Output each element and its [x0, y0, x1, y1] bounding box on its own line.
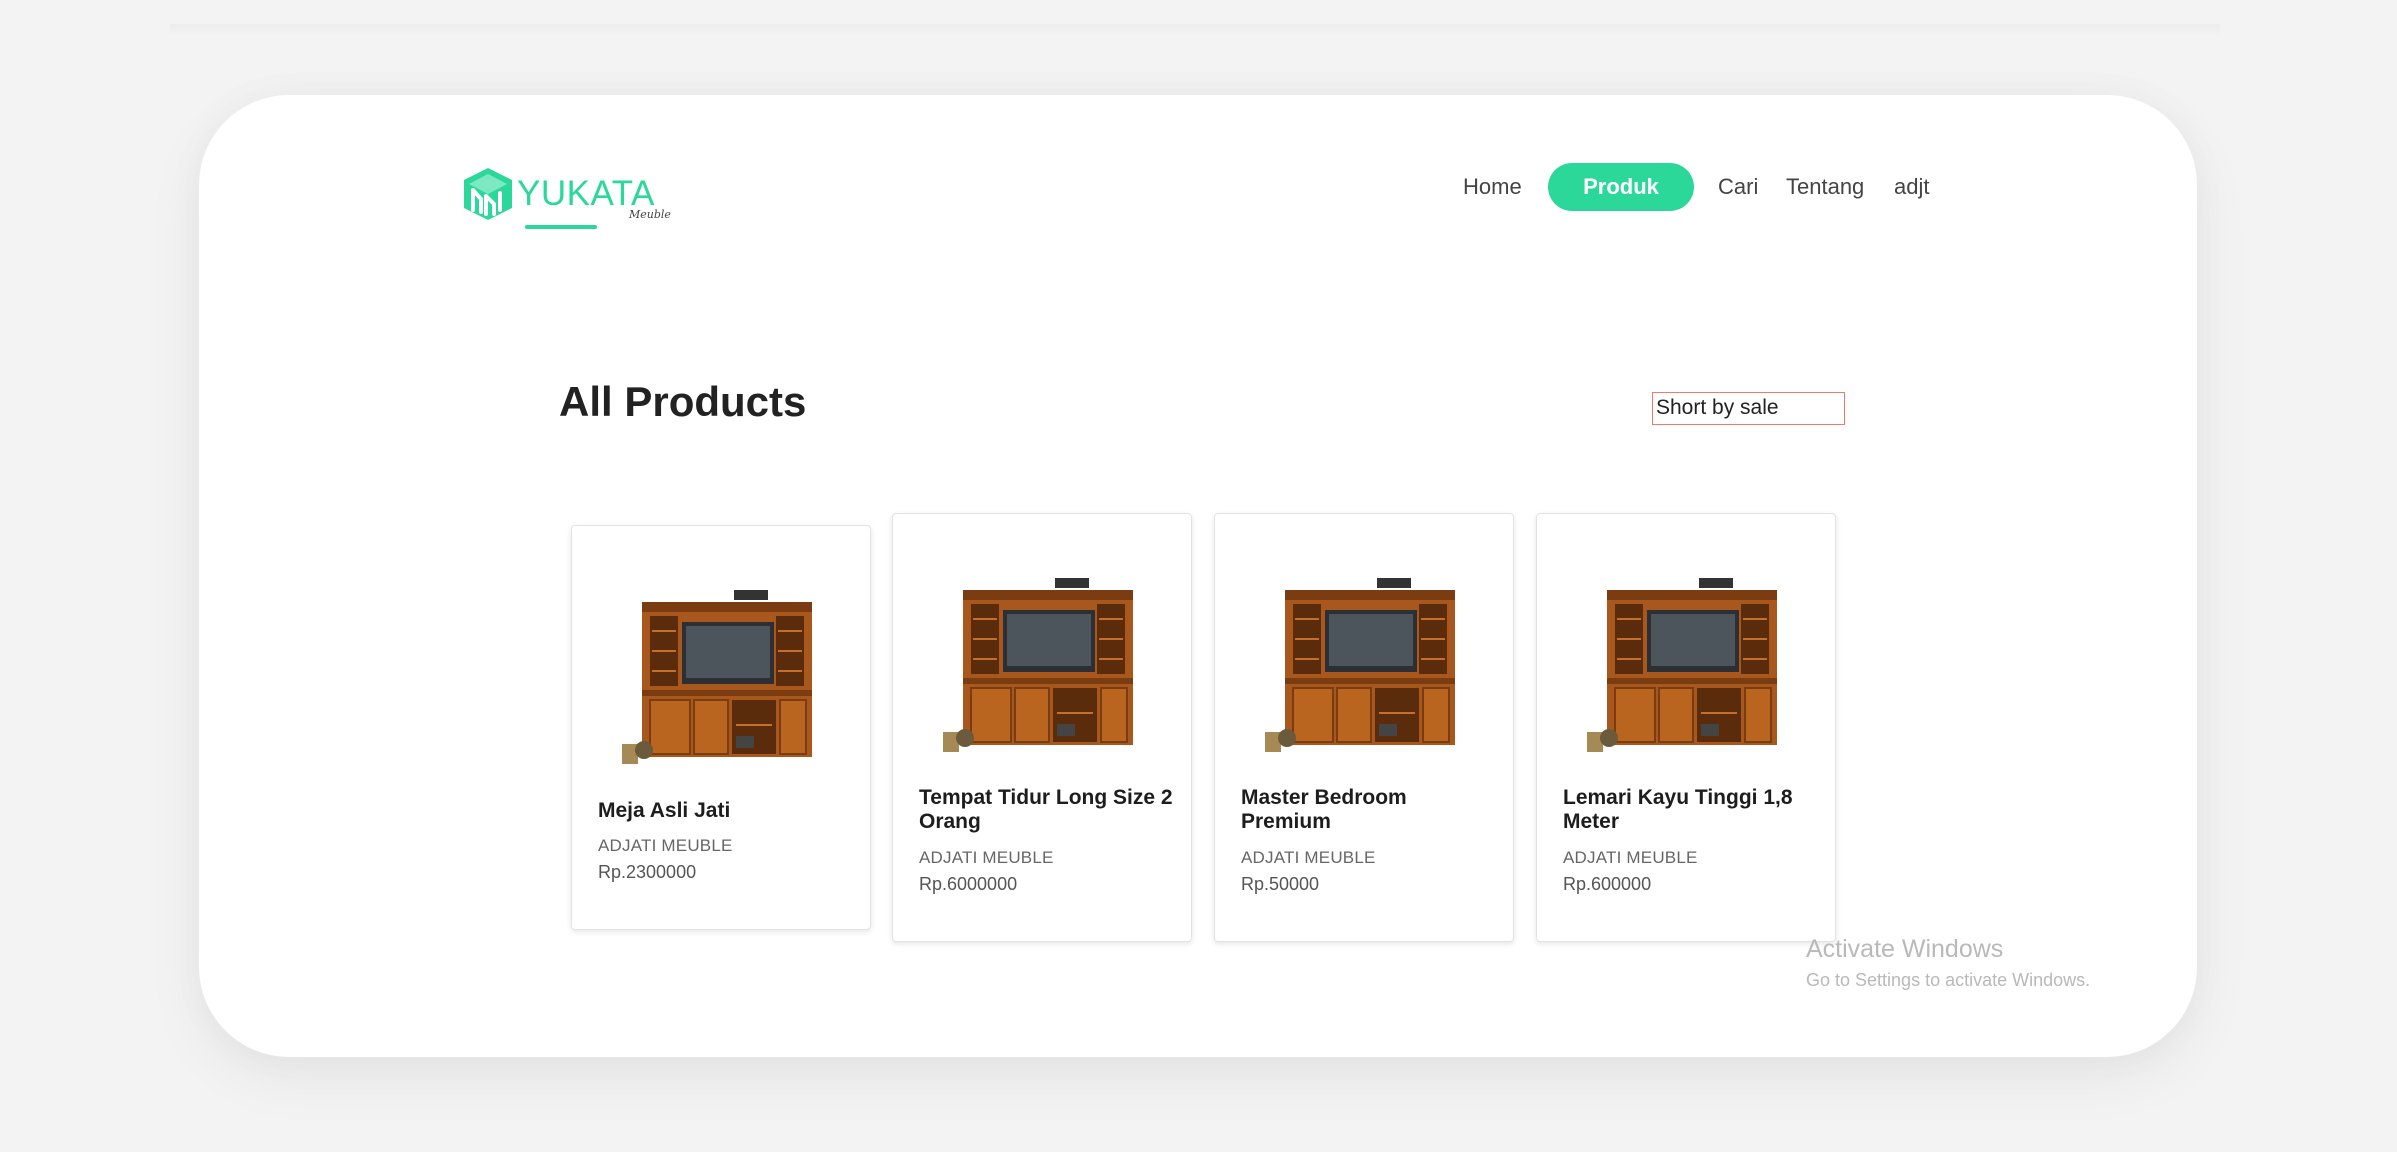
- product-price: Rp.2300000: [598, 862, 697, 882]
- product-card[interactable]: Meja Asli Jati ADJATI MEUBLE Rp.2300000: [571, 525, 871, 930]
- brand-underline: [525, 225, 597, 229]
- brand-tagline: Meuble: [629, 208, 671, 221]
- product-brand: ADJATI MEUBLE: [1241, 848, 1376, 867]
- product-name[interactable]: Tempat Tidur Long Size 2 Orang: [919, 786, 1174, 834]
- tv-cabinet-image: [1587, 578, 1777, 752]
- nav-produk[interactable]: Produk: [1548, 163, 1694, 211]
- tv-cabinet-image: [943, 578, 1133, 752]
- tv-cabinet-image: [622, 590, 812, 764]
- product-price: Rp.600000: [1563, 874, 1652, 894]
- tv-cabinet-image: [1265, 578, 1455, 752]
- sort-select[interactable]: Short by sale: [1652, 392, 1845, 425]
- product-card[interactable]: Master Bedroom Premium ADJATI MEUBLE Rp.…: [1214, 513, 1514, 942]
- product-brand: ADJATI MEUBLE: [919, 848, 1054, 867]
- product-name[interactable]: Master Bedroom Premium: [1241, 786, 1496, 834]
- watermark-title: Activate Windows: [1806, 935, 2004, 963]
- nav-cari[interactable]: Cari: [1718, 163, 1758, 211]
- product-price: Rp.6000000: [919, 874, 1018, 894]
- watermark-subtitle: Go to Settings to activate Windows.: [1806, 970, 2091, 990]
- page-card: [199, 95, 2197, 1057]
- product-price: Rp.50000: [1241, 874, 1320, 894]
- nav-tentang[interactable]: Tentang: [1786, 163, 1864, 211]
- product-card[interactable]: Lemari Kayu Tinggi 1,8 Meter ADJATI MEUB…: [1536, 513, 1836, 942]
- browser-top-strip: [170, 24, 2220, 36]
- product-brand: ADJATI MEUBLE: [598, 836, 733, 855]
- product-name[interactable]: Lemari Kayu Tinggi 1,8 Meter: [1563, 786, 1818, 834]
- activate-windows-watermark: Activate Windows Go to Settings to activ…: [1806, 935, 2090, 991]
- nav-user-adjt[interactable]: adjt: [1894, 163, 1929, 211]
- product-card[interactable]: Tempat Tidur Long Size 2 Orang ADJATI ME…: [892, 513, 1192, 942]
- product-name[interactable]: Meja Asli Jati: [598, 799, 853, 823]
- page-title: All Products: [559, 378, 807, 425]
- product-brand: ADJATI MEUBLE: [1563, 848, 1698, 867]
- nav-home[interactable]: Home: [1463, 163, 1522, 211]
